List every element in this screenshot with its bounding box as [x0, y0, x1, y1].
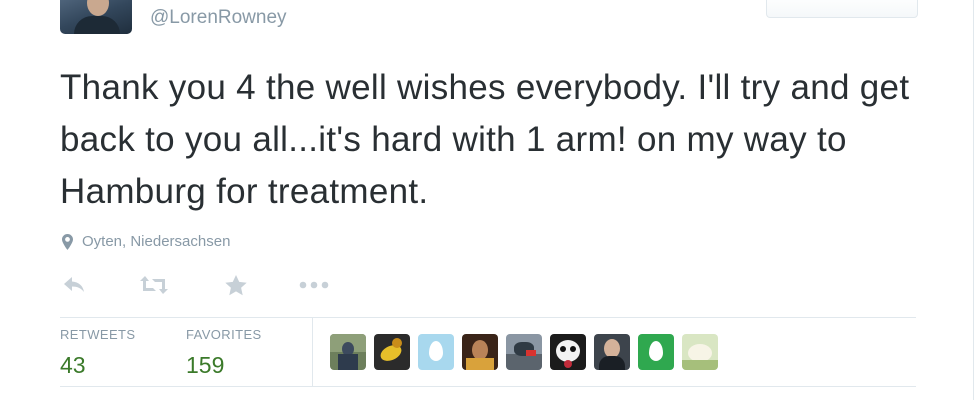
- location-pin-icon: [62, 233, 73, 250]
- favorite-button[interactable]: [224, 274, 248, 296]
- favoriter-avatar[interactable]: [550, 334, 586, 370]
- stats-top-divider: [60, 317, 916, 318]
- default-egg-icon: [429, 341, 443, 361]
- favoriter-avatar[interactable]: [594, 334, 630, 370]
- default-egg-icon: [649, 341, 663, 361]
- favoriter-avatar[interactable]: [418, 334, 454, 370]
- right-border: [973, 0, 974, 400]
- retweets-stat[interactable]: RETWEETS 43: [60, 327, 135, 380]
- favorites-stat[interactable]: FAVORITES 159: [186, 327, 262, 380]
- favoriter-avatar[interactable]: [638, 334, 674, 370]
- follow-button[interactable]: [766, 0, 918, 18]
- retweets-count: 43: [60, 352, 86, 378]
- stats-bottom-divider: [60, 386, 916, 387]
- tweet-text: Thank you 4 the well wishes everybody. I…: [60, 68, 910, 211]
- favorites-count: 159: [186, 352, 225, 378]
- avatar[interactable]: [60, 0, 132, 34]
- favoriter-avatar[interactable]: [682, 334, 718, 370]
- favoriter-avatar[interactable]: [330, 334, 366, 370]
- favoriter-avatar[interactable]: [462, 334, 498, 370]
- favoriters-avatar-row: [330, 334, 726, 370]
- more-dots-icon: [299, 281, 329, 289]
- more-button[interactable]: [298, 274, 330, 296]
- favoriter-avatar[interactable]: [506, 334, 542, 370]
- retweets-label: RETWEETS: [60, 327, 136, 342]
- user-handle[interactable]: @LorenRowney: [150, 7, 287, 29]
- favoriter-avatar[interactable]: [374, 334, 410, 370]
- retweet-button[interactable]: [139, 274, 169, 296]
- location-label: Oyten, Niedersachsen: [82, 233, 231, 250]
- favorites-label: FAVORITES: [186, 327, 262, 342]
- stats-separator: [312, 318, 313, 386]
- retweet-icon: [140, 276, 168, 294]
- star-icon: [225, 274, 247, 295]
- tweet-location[interactable]: Oyten, Niedersachsen: [62, 233, 230, 250]
- reply-button[interactable]: [63, 274, 87, 296]
- reply-icon: [64, 277, 84, 292]
